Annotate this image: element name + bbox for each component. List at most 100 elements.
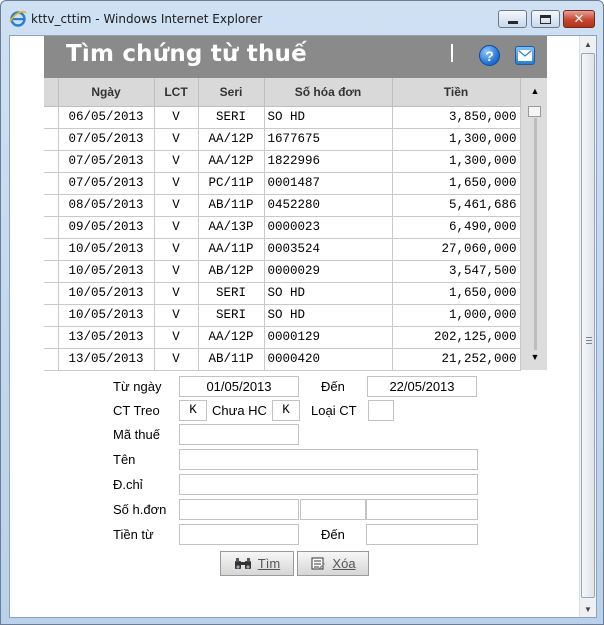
- cell-seri: AA/12P: [198, 128, 265, 151]
- page-scrollbar[interactable]: ▲ ▼: [579, 36, 596, 617]
- page-scroll-up-icon[interactable]: ▲: [580, 36, 596, 52]
- cell-so-hoa-don: 1677675: [264, 128, 393, 151]
- table-row[interactable]: 13/05/2013 V AB/11P 0000420 21,252,000: [44, 348, 521, 371]
- cell-ngay: 10/05/2013: [58, 260, 155, 283]
- cell-seri: AA/12P: [198, 326, 265, 349]
- cell-lct: V: [154, 304, 199, 327]
- internet-explorer-icon: [9, 10, 27, 27]
- cell-seri: PC/11P: [198, 172, 265, 195]
- scroll-down-arrow-icon[interactable]: ▼: [528, 352, 542, 364]
- row-selector[interactable]: [44, 150, 59, 173]
- binoculars-icon: [234, 557, 251, 569]
- row-selector[interactable]: [44, 348, 59, 371]
- table-row[interactable]: 10/05/2013 V SERI SO HD 1,000,000: [44, 304, 521, 327]
- cell-seri: SERI: [198, 106, 265, 129]
- table-row[interactable]: 13/05/2013 V AA/12P 0000129 202,125,000: [44, 326, 521, 349]
- row-selector[interactable]: [44, 216, 59, 239]
- row-selector[interactable]: [44, 128, 59, 151]
- xoa-button[interactable]: Xóa: [297, 551, 369, 576]
- row-selector[interactable]: [44, 238, 59, 261]
- dia-chi-label: Đ.chỉ: [113, 477, 143, 492]
- page-content: Tìm chứng từ thuế ? Ngày LCT Seri Số hóa…: [9, 35, 597, 618]
- cell-lct: V: [154, 106, 199, 129]
- mail-icon[interactable]: [515, 46, 535, 65]
- cell-so-hoa-don: 0000029: [264, 260, 393, 283]
- tien-tu-input[interactable]: [179, 524, 299, 545]
- row-selector[interactable]: [44, 260, 59, 283]
- cell-so-hoa-don: 0001487: [264, 172, 393, 195]
- row-selector[interactable]: [44, 194, 59, 217]
- xoa-button-label: Xóa: [332, 556, 356, 571]
- cell-so-hoa-don: 0000023: [264, 216, 393, 239]
- table-row[interactable]: 07/05/2013 V AA/12P 1677675 1,300,000: [44, 128, 521, 151]
- cell-ngay: 07/05/2013: [58, 150, 155, 173]
- row-selector[interactable]: [44, 106, 59, 129]
- row-selector[interactable]: [44, 304, 59, 327]
- table-row[interactable]: 09/05/2013 V AA/13P 0000023 6,490,000: [44, 216, 521, 239]
- cell-seri: AA/13P: [198, 216, 265, 239]
- row-selector[interactable]: [44, 172, 59, 195]
- cell-tien: 1,300,000: [392, 128, 521, 151]
- close-button[interactable]: ✕: [563, 10, 595, 28]
- cell-tien: 1,000,000: [392, 304, 521, 327]
- header-divider: [451, 44, 453, 62]
- page-header: Tìm chứng từ thuế ?: [44, 36, 547, 78]
- cell-ngay: 08/05/2013: [58, 194, 155, 217]
- table-row[interactable]: 07/05/2013 V AA/12P 1822996 1,300,000: [44, 150, 521, 173]
- close-icon: ✕: [573, 11, 585, 27]
- cell-seri: AA/12P: [198, 150, 265, 173]
- den-ngay-input[interactable]: 22/05/2013: [367, 376, 477, 397]
- grid-scroll-track[interactable]: [534, 118, 537, 350]
- table-row[interactable]: 06/05/2013 V SERI SO HD 3,850,000: [44, 106, 521, 129]
- page-scroll-down-icon[interactable]: ▼: [580, 601, 596, 617]
- tu-ngay-input[interactable]: 01/05/2013: [179, 376, 299, 397]
- dia-chi-input[interactable]: [179, 474, 478, 495]
- cell-tien: 27,060,000: [392, 238, 521, 261]
- cell-lct: V: [154, 194, 199, 217]
- ten-input[interactable]: [179, 449, 478, 470]
- tien-den-input[interactable]: [366, 524, 478, 545]
- scroll-up-arrow-icon[interactable]: ▲: [528, 86, 542, 98]
- table-row[interactable]: 07/05/2013 V PC/11P 0001487 1,650,000: [44, 172, 521, 195]
- table-row[interactable]: 10/05/2013 V SERI SO HD 1,650,000: [44, 282, 521, 305]
- row-selector[interactable]: [44, 282, 59, 305]
- results-table: Ngày LCT Seri Số hóa đơn Tiền 06/05/2013…: [44, 78, 521, 371]
- cell-so-hoa-don: 1822996: [264, 150, 393, 173]
- column-header-lct[interactable]: LCT: [154, 78, 199, 107]
- loai-ct-input[interactable]: [368, 400, 394, 421]
- cell-so-hoa-don: SO HD: [264, 304, 393, 327]
- cell-tien: 6,490,000: [392, 216, 521, 239]
- column-header-seri[interactable]: Seri: [198, 78, 265, 107]
- cell-ngay: 10/05/2013: [58, 282, 155, 305]
- ma-thue-input[interactable]: [179, 424, 299, 445]
- cell-seri: AB/11P: [198, 194, 265, 217]
- table-row[interactable]: 08/05/2013 V AB/11P 0452280 5,461,686: [44, 194, 521, 217]
- column-header-ngay[interactable]: Ngày: [58, 78, 155, 107]
- so-hoa-don-input-2[interactable]: [300, 499, 366, 520]
- cell-lct: V: [154, 260, 199, 283]
- cell-tien: 1,300,000: [392, 150, 521, 173]
- table-row[interactable]: 10/05/2013 V AB/12P 0000029 3,547,500: [44, 260, 521, 283]
- window-title: kttv_cttim - Windows Internet Explorer: [31, 12, 263, 26]
- cell-seri: AB/12P: [198, 260, 265, 283]
- so-hoa-don-input-1[interactable]: [179, 499, 299, 520]
- tim-button[interactable]: Tìm: [220, 551, 294, 576]
- column-header-tien[interactable]: Tiền: [392, 78, 521, 107]
- tim-button-label: Tìm: [257, 556, 281, 571]
- maximize-button[interactable]: [531, 10, 560, 28]
- chua-hc-input[interactable]: K: [272, 400, 300, 421]
- chua-hc-label: Chưa HC: [212, 403, 267, 418]
- table-row[interactable]: 10/05/2013 V AA/11P 0003524 27,060,000: [44, 238, 521, 261]
- row-selector[interactable]: [44, 326, 59, 349]
- ct-treo-input[interactable]: K: [179, 400, 207, 421]
- page-scroll-thumb[interactable]: [581, 53, 595, 598]
- column-header-so-hoa-don[interactable]: Số hóa đơn: [264, 78, 393, 107]
- grid-scroll-thumb[interactable]: [528, 106, 541, 117]
- grid-scrollbar[interactable]: ▲ ▼: [523, 78, 547, 370]
- title-bar[interactable]: kttv_cttim - Windows Internet Explorer ✕: [1, 1, 603, 35]
- help-icon[interactable]: ?: [479, 45, 500, 66]
- minimize-button[interactable]: [498, 10, 527, 28]
- so-hoa-don-input-3[interactable]: [366, 499, 478, 520]
- browser-window: kttv_cttim - Windows Internet Explorer ✕…: [0, 0, 604, 625]
- cell-lct: V: [154, 216, 199, 239]
